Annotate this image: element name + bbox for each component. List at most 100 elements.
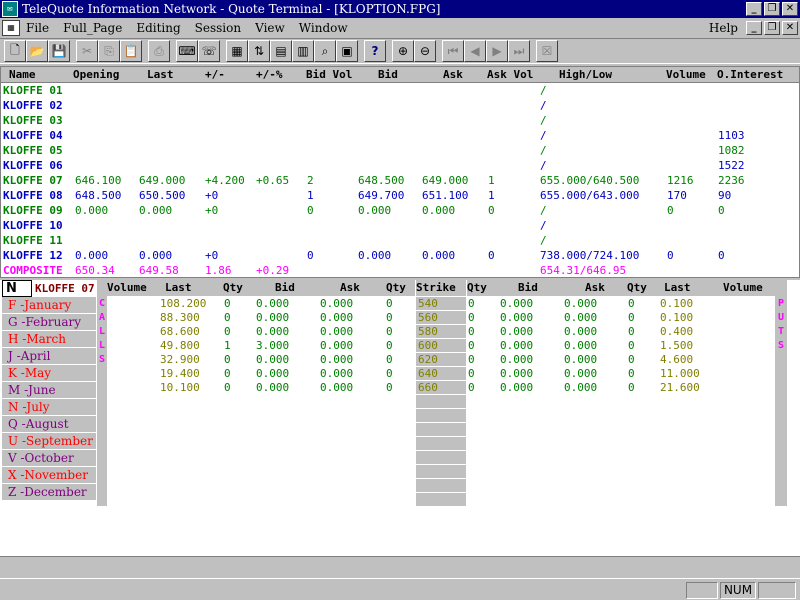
option-row[interactable]: 68.600 0 0.000 0.000 0 0 0.000 0.000 0 0.400 bbox=[0, 325, 800, 339]
live-chart-icon[interactable]: ▥ bbox=[292, 40, 314, 62]
quote-row[interactable]: KLOFFE 06 / 1522 bbox=[1, 158, 799, 173]
search-icon[interactable]: ⌕ bbox=[314, 40, 336, 62]
header-open-interest[interactable]: O.Interest bbox=[717, 68, 783, 81]
keyboard-icon[interactable]: ⌨ bbox=[176, 40, 198, 62]
new-file-icon[interactable]: 🗋 bbox=[4, 40, 26, 62]
menu-view[interactable]: View bbox=[255, 21, 285, 35]
put-header-volume[interactable]: Volume bbox=[723, 281, 763, 294]
quote-opening: 0.000 bbox=[75, 249, 109, 262]
month-item[interactable]: Q -August bbox=[2, 416, 96, 433]
option-row[interactable]: 108.200 0 0.000 0.000 0 0 0.000 0.000 0 0.100 bbox=[0, 297, 800, 311]
header-ask[interactable]: Ask bbox=[443, 68, 463, 81]
strike-header-label[interactable]: Strike bbox=[416, 281, 456, 294]
call-header-volume[interactable]: Volume bbox=[107, 281, 147, 294]
quote-row[interactable]: KLOFFE 05 / 1082 bbox=[1, 143, 799, 158]
month-item[interactable]: X -November bbox=[2, 467, 96, 484]
option-row[interactable]: 49.800 1 3.000 0.000 0 0 0.000 0.000 0 1.500 bbox=[0, 339, 800, 353]
call-header-qty[interactable]: Qty bbox=[223, 281, 243, 294]
quote-row[interactable]: COMPOSITE 650.34 649.58 1.86 +0.29 654.31/646… bbox=[1, 263, 799, 278]
document-icon[interactable]: ▦ bbox=[2, 20, 20, 36]
quote-opening: 646.100 bbox=[75, 174, 122, 187]
symbol-input[interactable]: N bbox=[2, 280, 32, 297]
put-header-ask[interactable]: Ask bbox=[585, 281, 605, 294]
grid-icon[interactable]: ▦ bbox=[226, 40, 248, 62]
header-change[interactable]: +/- bbox=[205, 68, 225, 81]
header-change-pct[interactable]: +/-% bbox=[256, 68, 283, 81]
put-qty: 0 bbox=[468, 381, 475, 394]
save-icon[interactable]: 💾 bbox=[48, 40, 70, 62]
put-ask: 0.000 bbox=[564, 353, 598, 366]
app-icon[interactable]: ✉ bbox=[2, 1, 18, 17]
quote-row[interactable]: KLOFFE 11 / bbox=[1, 233, 799, 248]
put-ask-qty: 0 bbox=[628, 325, 635, 338]
put-header-ask-qty[interactable]: Qty bbox=[627, 281, 647, 294]
zoom-out-icon[interactable]: ⊖ bbox=[414, 40, 436, 62]
calculator-icon[interactable]: ▣ bbox=[336, 40, 358, 62]
call-header-ask[interactable]: Ask bbox=[340, 281, 360, 294]
quote-row[interactable]: KLOFFE 10 / bbox=[1, 218, 799, 233]
quote-open-interest: 2236 bbox=[718, 174, 745, 187]
put-header-last[interactable]: Last bbox=[664, 281, 691, 294]
put-header-bid[interactable]: Bid bbox=[518, 281, 538, 294]
month-item[interactable]: N -July bbox=[2, 399, 96, 416]
option-row[interactable]: 32.900 0 0.000 0.000 0 0 0.000 0.000 0 4.600 bbox=[0, 353, 800, 367]
last-icon[interactable]: ⏭ bbox=[508, 40, 530, 62]
quote-row[interactable]: KLOFFE 01 / bbox=[1, 83, 799, 98]
header-opening[interactable]: Opening bbox=[73, 68, 119, 81]
call-bid: 0.000 bbox=[256, 381, 290, 394]
option-row[interactable]: 10.100 0 0.000 0.000 0 0 0.000 0.000 0 21.600 bbox=[0, 381, 800, 395]
call-header-last[interactable]: Last bbox=[165, 281, 192, 294]
menu-window[interactable]: Window bbox=[299, 21, 348, 35]
paste-icon[interactable]: 📋 bbox=[120, 40, 142, 62]
quote-row[interactable]: KLOFFE 08 648.500 650.500 +0 1 649.700 651.100… bbox=[1, 188, 799, 203]
put-header-qty[interactable]: Qty bbox=[467, 281, 487, 294]
quote-high-low: 654.31/646.95 bbox=[540, 264, 627, 277]
doc-restore-button[interactable]: ❐ bbox=[764, 21, 780, 35]
menu-session[interactable]: Session bbox=[195, 21, 241, 35]
quote-row[interactable]: KLOFFE 07 646.100 649.000 +4.200 +0.65 2 648.5… bbox=[1, 173, 799, 188]
chart-icon[interactable]: ▤ bbox=[270, 40, 292, 62]
open-folder-icon[interactable]: 📂 bbox=[26, 40, 48, 62]
menu-file[interactable]: File bbox=[26, 21, 49, 35]
phone-icon[interactable]: ☏ bbox=[198, 40, 220, 62]
copy-icon[interactable]: ⎘ bbox=[98, 40, 120, 62]
header-last[interactable]: Last bbox=[147, 68, 174, 81]
header-name[interactable]: Name bbox=[9, 68, 36, 81]
first-icon[interactable]: ⏮ bbox=[442, 40, 464, 62]
header-bid-vol[interactable]: Bid Vol bbox=[306, 68, 352, 81]
quote-last: 649.58 bbox=[139, 264, 179, 277]
cut-icon[interactable]: ✂ bbox=[76, 40, 98, 62]
maximize-button[interactable]: ❐ bbox=[764, 2, 780, 16]
month-item[interactable]: Z -December bbox=[2, 484, 96, 501]
menu-editing[interactable]: Editing bbox=[136, 21, 180, 35]
header-volume[interactable]: Volume bbox=[666, 68, 706, 81]
doc-minimize-button[interactable]: _ bbox=[746, 21, 762, 35]
help-icon[interactable]: ? bbox=[364, 40, 386, 62]
sort-icon[interactable]: ⇅ bbox=[248, 40, 270, 62]
option-row[interactable]: 88.300 0 0.000 0.000 0 0 0.000 0.000 0 0.100 bbox=[0, 311, 800, 325]
doc-close-button[interactable]: ✕ bbox=[782, 21, 798, 35]
prev-icon[interactable]: ◀ bbox=[464, 40, 486, 62]
menu-full-page[interactable]: Full_Page bbox=[63, 21, 122, 35]
print-icon[interactable]: ⎙ bbox=[148, 40, 170, 62]
header-bid[interactable]: Bid bbox=[378, 68, 398, 81]
minimize-button[interactable]: _ bbox=[746, 2, 762, 16]
zoom-in-icon[interactable]: ⊕ bbox=[392, 40, 414, 62]
quote-opening: 648.500 bbox=[75, 189, 122, 202]
cancel-icon[interactable]: ☒ bbox=[536, 40, 558, 62]
close-button[interactable]: ✕ bbox=[782, 2, 798, 16]
month-item[interactable]: U -September bbox=[2, 433, 96, 450]
quote-row[interactable]: KLOFFE 09 0.000 0.000 +0 0 0.000 0.000 0 / 0 0 bbox=[1, 203, 799, 218]
next-icon[interactable]: ▶ bbox=[486, 40, 508, 62]
quote-row[interactable]: KLOFFE 04 / 1103 bbox=[1, 128, 799, 143]
menu-help[interactable]: Help bbox=[709, 21, 738, 35]
call-header-bid[interactable]: Bid bbox=[275, 281, 295, 294]
quote-row[interactable]: KLOFFE 12 0.000 0.000 +0 0 0.000 0.000 0 738.000… bbox=[1, 248, 799, 263]
call-header-ask-qty[interactable]: Qty bbox=[386, 281, 406, 294]
quote-row[interactable]: KLOFFE 03 / bbox=[1, 113, 799, 128]
header-ask-vol[interactable]: Ask Vol bbox=[487, 68, 533, 81]
month-item[interactable]: V -October bbox=[2, 450, 96, 467]
quote-row[interactable]: KLOFFE 02 / bbox=[1, 98, 799, 113]
header-high-low[interactable]: High/Low bbox=[559, 68, 612, 81]
option-row[interactable]: 19.400 0 0.000 0.000 0 0 0.000 0.000 0 11.000 bbox=[0, 367, 800, 381]
